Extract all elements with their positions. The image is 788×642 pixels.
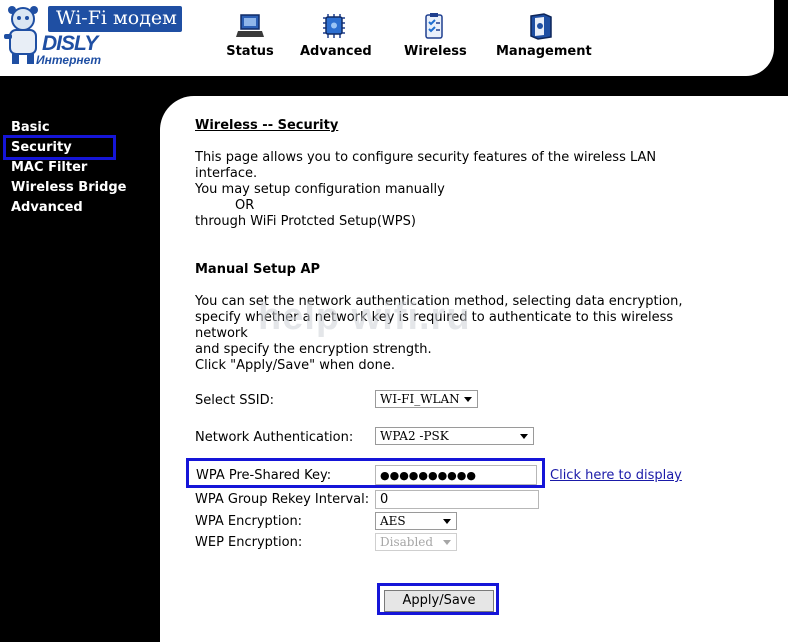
intro-line-1: This page allows you to configure securi… xyxy=(195,150,657,165)
desc-line-5: Click "Apply/Save" when done. xyxy=(195,358,396,373)
nav-advanced[interactable]: Advanced xyxy=(300,12,372,64)
sidebar-item-wireless-bridge[interactable]: Wireless Bridge xyxy=(11,180,127,195)
nav-wireless-label: Wireless xyxy=(404,44,467,59)
sidebar-item-mac-filter[interactable]: MAC Filter xyxy=(11,160,87,175)
intro-line-4: OR xyxy=(235,198,255,213)
chevron-down-icon xyxy=(443,519,451,524)
wep-encryption-label: WEP Encryption: xyxy=(195,535,303,550)
display-key-link[interactable]: Click here to display xyxy=(550,468,682,483)
nav-management[interactable]: Management xyxy=(496,12,592,64)
chevron-down-icon xyxy=(464,397,472,402)
ssid-select-value: WI-FI_WLAN xyxy=(380,392,460,406)
logo-badge: Wi-Fi модем xyxy=(48,6,182,32)
watermark: help wifi.ru xyxy=(258,296,471,338)
logo-badge-text: Wi-Fi модем xyxy=(56,7,177,29)
chevron-down-icon xyxy=(443,540,451,545)
intro-line-3: You may setup configuration manually xyxy=(195,182,445,197)
section-title: Manual Setup AP xyxy=(195,262,321,277)
chip-icon xyxy=(323,14,345,38)
rekey-label: WPA Group Rekey Interval: xyxy=(195,492,370,507)
logo-subtitle: Интернет xyxy=(36,53,101,67)
psk-input-value: ●●●●●●●●●● xyxy=(380,469,476,482)
nav-wireless[interactable]: Wireless xyxy=(404,12,467,64)
nav-status-label: Status xyxy=(226,44,274,59)
clipboard-icon xyxy=(425,13,443,39)
auth-select[interactable]: WPA2 -PSK xyxy=(375,427,534,445)
chevron-down-icon xyxy=(520,434,528,439)
rekey-input[interactable]: 0 xyxy=(375,490,539,509)
desc-line-3: network xyxy=(195,326,248,341)
nav-management-label: Management xyxy=(496,44,592,59)
laptop-icon xyxy=(236,14,264,37)
logo: Wi-Fi модем DISLY Интернет xyxy=(2,2,182,74)
intro-line-5: through WiFi Protcted Setup(WPS) xyxy=(195,214,416,229)
wpa-encryption-label: WPA Encryption: xyxy=(195,514,303,529)
wpa-encryption-select[interactable]: AES xyxy=(375,512,457,530)
psk-label: WPA Pre-Shared Key: xyxy=(196,468,332,483)
nav-status[interactable]: Status xyxy=(226,12,274,64)
selected-item-highlight xyxy=(3,135,116,160)
nav-advanced-label: Advanced xyxy=(300,44,372,59)
wep-encryption-value: Disabled xyxy=(380,535,434,549)
wep-encryption-select: Disabled xyxy=(375,533,457,551)
wpa-encryption-value: AES xyxy=(380,514,406,528)
sidebar: Basic Security MAC Filter Wireless Bridg… xyxy=(0,96,160,642)
auth-label: Network Authentication: xyxy=(195,430,354,445)
desc-line-4: and specify the encryption strength. xyxy=(195,342,432,357)
ssid-select[interactable]: WI-FI_WLAN xyxy=(375,390,478,408)
apply-save-button[interactable]: Apply/Save xyxy=(384,590,494,612)
book-icon xyxy=(530,13,552,40)
top-banner: Wi-Fi модем DISLY Интернет Status Advanc… xyxy=(0,0,788,96)
page-title: Wireless -- Security xyxy=(195,118,339,133)
intro-line-2: interface. xyxy=(195,166,258,181)
rekey-input-value: 0 xyxy=(380,492,389,507)
auth-select-value: WPA2 -PSK xyxy=(380,429,449,443)
sidebar-item-basic[interactable]: Basic xyxy=(11,120,50,135)
ssid-label: Select SSID: xyxy=(195,393,274,408)
header-panel: Wi-Fi модем DISLY Интернет Status Advanc… xyxy=(0,0,774,76)
psk-input[interactable]: ●●●●●●●●●● xyxy=(375,465,537,485)
sidebar-item-advanced[interactable]: Advanced xyxy=(11,200,83,215)
